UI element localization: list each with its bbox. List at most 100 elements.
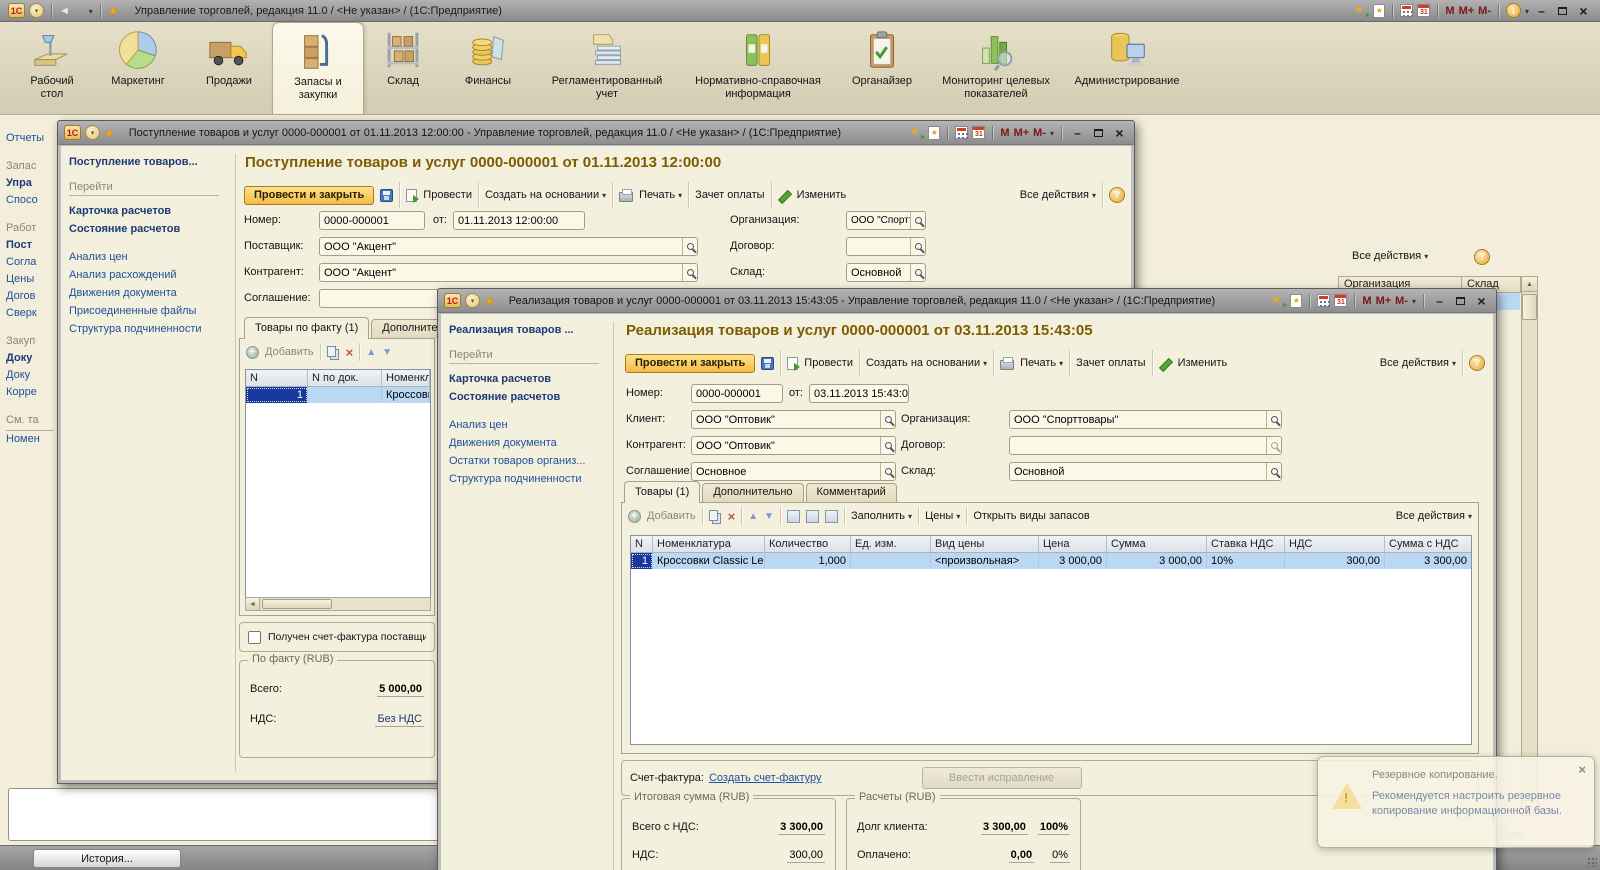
- all-actions-button[interactable]: Все действия: [1020, 189, 1096, 201]
- scrollbar-thumb[interactable]: [1522, 294, 1537, 320]
- memory-mplus-button[interactable]: M+: [1459, 5, 1475, 17]
- edit-button[interactable]: Изменить: [1178, 357, 1228, 369]
- cell-sum-with-vat[interactable]: 3 300,00: [1385, 553, 1471, 569]
- window-menu-button[interactable]: [465, 293, 480, 308]
- tab-goods[interactable]: Товары (1): [624, 481, 700, 503]
- save-icon[interactable]: [761, 357, 774, 370]
- sum-icon[interactable]: [787, 510, 800, 523]
- delete-icon[interactable]: [346, 345, 354, 360]
- counterparty-field[interactable]: ООО "Оптовик": [691, 436, 896, 455]
- section-kpi-monitoring[interactable]: Мониторинг целевых показателей: [928, 22, 1064, 114]
- calculator-icon[interactable]: [1317, 294, 1330, 307]
- bg-nav-item[interactable]: Корре: [6, 384, 57, 401]
- post-icon[interactable]: [406, 189, 417, 202]
- column-header[interactable]: Вид цены: [931, 536, 1039, 552]
- add-icon[interactable]: [628, 510, 641, 523]
- post-and-close-button[interactable]: Провести и закрыть: [244, 186, 374, 205]
- calendar-icon[interactable]: [1417, 4, 1430, 17]
- open-stock-views-button[interactable]: Открыть виды запасов: [973, 510, 1089, 522]
- close-button[interactable]: [1575, 3, 1592, 18]
- main-menu-button[interactable]: [29, 3, 44, 18]
- move-down-icon[interactable]: [764, 510, 774, 522]
- resize-grip[interactable]: [1587, 857, 1597, 867]
- back-button[interactable]: [59, 5, 70, 17]
- open-favorites-icon[interactable]: [1373, 4, 1385, 18]
- add-favorite-icon[interactable]: [909, 125, 924, 140]
- cell-sum[interactable]: 3 000,00: [1107, 553, 1207, 569]
- column-header[interactable]: N по док.: [308, 370, 382, 386]
- sidebar-link[interactable]: Анализ расхождений: [69, 266, 231, 284]
- sidebar-link[interactable]: Анализ цен: [449, 416, 609, 434]
- minimize-button[interactable]: [1533, 3, 1550, 18]
- cell-n[interactable]: 1: [246, 387, 308, 403]
- column-header[interactable]: Сумма с НДС: [1385, 536, 1471, 552]
- copy-icon[interactable]: [709, 510, 718, 521]
- rows-icon[interactable]: [825, 510, 838, 523]
- bg-help-button[interactable]: [1474, 249, 1490, 265]
- bg-nav-item[interactable]: Доку: [6, 350, 57, 367]
- open-favorites-icon[interactable]: [1290, 294, 1302, 308]
- sidebar-link[interactable]: Состояние расчетов: [69, 220, 231, 238]
- bg-nav-item[interactable]: Пост: [6, 237, 57, 254]
- window1-titlebar[interactable]: 1С Поступление товаров и услуг 0000-0000…: [58, 121, 1134, 145]
- memory-m-button[interactable]: M: [1362, 295, 1371, 307]
- bg-nav-item[interactable]: Цены: [6, 271, 57, 288]
- more-dropdown-icon[interactable]: [1412, 295, 1416, 307]
- column-header[interactable]: Ед. изм.: [851, 536, 931, 552]
- enter-correction-button[interactable]: Ввести исправление: [922, 767, 1082, 789]
- section-organizer[interactable]: Органайзер: [836, 22, 928, 114]
- sidebar-link[interactable]: Структура подчиненности: [69, 320, 231, 338]
- minimize-button[interactable]: [1431, 293, 1448, 308]
- grid-row[interactable]: 1 Кроссовки Classic Le...: [246, 387, 430, 403]
- cell-unit[interactable]: [851, 553, 931, 569]
- bg-nav-item[interactable]: Догов: [6, 288, 57, 305]
- date-field[interactable]: 01.11.2013 12:00:00: [453, 211, 585, 230]
- delete-icon[interactable]: [728, 509, 736, 524]
- favorites-star-icon[interactable]: [104, 126, 115, 140]
- agreement-field[interactable]: Основное: [691, 462, 896, 481]
- tab-additional[interactable]: Дополнительно: [702, 483, 803, 502]
- section-administration[interactable]: Администрирование: [1064, 22, 1190, 114]
- tab-comment[interactable]: Комментарий: [806, 483, 897, 502]
- section-reference-info[interactable]: Нормативно-справочная информация: [680, 22, 836, 114]
- payment-offset-button[interactable]: Зачет оплаты: [1076, 357, 1145, 369]
- supplier-field[interactable]: ООО "Акцент": [319, 237, 698, 256]
- bg-selected-row-fragment[interactable]: [1497, 293, 1520, 310]
- history-button[interactable]: История...: [33, 849, 181, 868]
- lookup-icon[interactable]: [910, 238, 925, 255]
- grid-row[interactable]: 1 Кроссовки Classic Le... 1,000 <произво…: [631, 553, 1471, 569]
- section-desktop[interactable]: Рабочий стол: [14, 22, 90, 114]
- post-button[interactable]: Провести: [804, 357, 853, 369]
- scrollbar-thumb[interactable]: [262, 599, 332, 609]
- payment-offset-button[interactable]: Зачет оплаты: [695, 189, 764, 201]
- memory-mminus-button[interactable]: M-: [1478, 5, 1491, 17]
- cell-n[interactable]: 1: [631, 553, 653, 569]
- organization-field[interactable]: ООО "Спорттовары": [1009, 410, 1282, 429]
- horizontal-scrollbar[interactable]: ◄: [245, 597, 431, 611]
- prices-button[interactable]: Цены: [925, 510, 960, 522]
- column-header[interactable]: Номенклатура: [382, 370, 430, 386]
- sidebar-link[interactable]: Карточка расчетов: [69, 202, 231, 220]
- move-up-icon[interactable]: [748, 510, 758, 522]
- sidebar-link[interactable]: Остатки товаров организ...: [449, 452, 609, 470]
- cell-price-type[interactable]: <произвольная>: [931, 553, 1039, 569]
- warehouse-field[interactable]: Основной: [846, 263, 926, 282]
- notification-close-icon[interactable]: [1578, 762, 1586, 777]
- number-field[interactable]: 0000-000001: [319, 211, 425, 230]
- column-header[interactable]: N: [631, 536, 653, 552]
- create-from-button[interactable]: Создать на основании: [866, 357, 987, 369]
- lookup-icon[interactable]: [1266, 437, 1281, 454]
- edit-icon[interactable]: [1159, 357, 1172, 370]
- date-field[interactable]: 03.11.2013 15:43:05: [809, 384, 909, 403]
- create-from-button[interactable]: Создать на основании: [485, 189, 606, 201]
- section-inventory-purchasing[interactable]: Запасы и закупки: [272, 22, 364, 114]
- maximize-button[interactable]: [1452, 293, 1469, 308]
- number-field[interactable]: 0000-000001: [691, 384, 783, 403]
- memory-m-button[interactable]: M: [1445, 5, 1454, 17]
- add-button[interactable]: Добавить: [265, 346, 314, 358]
- invoice-received-checkbox[interactable]: [248, 631, 261, 644]
- help-button[interactable]: [1469, 355, 1485, 371]
- edit-icon[interactable]: [778, 189, 791, 202]
- close-button[interactable]: [1111, 125, 1128, 140]
- sidebar-link[interactable]: Состояние расчетов: [449, 388, 609, 406]
